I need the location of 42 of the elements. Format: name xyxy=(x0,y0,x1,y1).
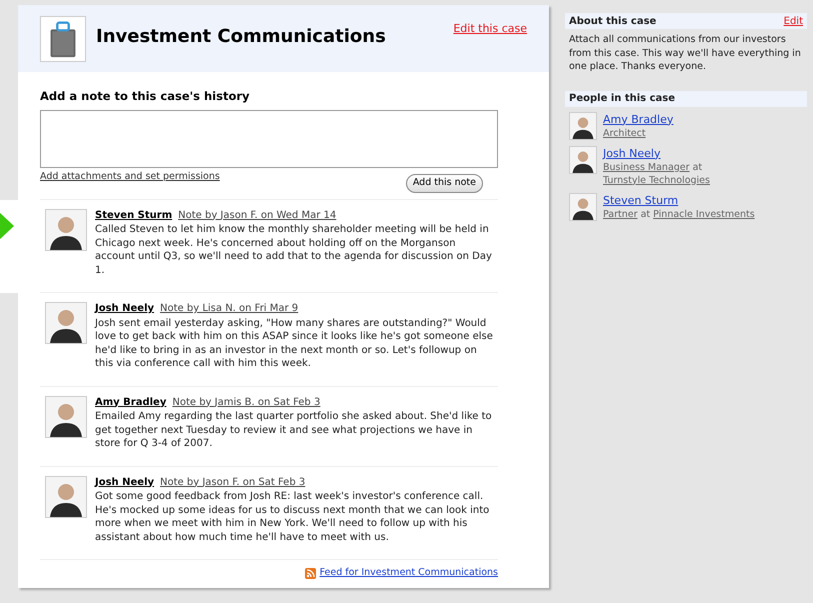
avatar xyxy=(569,146,597,174)
note-text: Josh sent email yesterday asking, "How many shares are outstanding?" Would love to get back with him on this ASAP since it looks like he's got someone else he'd like to bring in as an investor in the next month or so. Let's followup on this via conference call with him this week. xyxy=(95,316,494,370)
note-meta-link[interactable]: Note by Jason F. on Sat Feb 3 xyxy=(160,476,306,489)
note-meta-link[interactable]: Note by Lisa N. on Fri Mar 9 xyxy=(160,302,298,316)
person-link[interactable]: Steven Sturm xyxy=(603,192,755,208)
person-link[interactable]: Josh Neely xyxy=(603,146,803,160)
role-link[interactable]: Architect xyxy=(603,128,646,138)
role-link[interactable]: Partner xyxy=(603,208,638,220)
add-note-button[interactable]: Add this note xyxy=(406,174,483,192)
case-title: Investment Communications xyxy=(96,28,386,46)
person-link[interactable]: Josh Neely xyxy=(95,476,154,489)
rss-icon xyxy=(304,568,316,579)
avatar xyxy=(45,396,87,438)
note-input-field[interactable] xyxy=(40,110,498,168)
note-form-heading: Add a note to this case's history xyxy=(40,88,251,105)
person-link[interactable]: Amy Bradley xyxy=(95,396,166,409)
person-link[interactable]: Steven Sturm xyxy=(95,208,172,222)
note-text: Got some good feedback from Josh RE: last week's investor's conference call. He's mocked up some ideas for us to discuss next month that we can look into more when we meet with him in New York. We'll need to follow up with his assistant about how much time he'll have to meet with us. xyxy=(95,490,490,544)
role-link[interactable]: Business Manager xyxy=(603,162,690,172)
avatar xyxy=(45,302,87,344)
edit-case-link[interactable]: Edit this case xyxy=(453,21,527,38)
company-link[interactable]: Turnstyle Technologies xyxy=(603,174,710,186)
edit-link[interactable]: Edit xyxy=(784,14,803,28)
note-meta-link[interactable]: Note by Jason F. on Wed Mar 14 xyxy=(178,208,336,222)
about-heading: About this case xyxy=(569,14,656,28)
about-text: Attach all communications from our investors from this case. This way we'll have everything in one place. Thanks everyone. xyxy=(568,33,802,74)
attachments-link[interactable]: Add attachments and set permissions xyxy=(40,170,220,184)
joiner-text: at xyxy=(640,208,652,220)
note-text: Emailed Amy regarding the last quarter portfolio she asked about. She'd like to get together next Tuesday to review it and see what projections we have in store for Q 3-4 of 2007. xyxy=(95,410,493,450)
note-meta-link[interactable]: Note by Jamis B. on Sat Feb 3 xyxy=(172,396,320,409)
avatar xyxy=(569,112,597,140)
people-heading: People in this case xyxy=(569,92,676,106)
feed-link[interactable]: Feed for Investment Communications xyxy=(320,566,498,580)
company-link[interactable]: Pinnacle Investments xyxy=(653,208,755,220)
joiner-text: at xyxy=(692,162,702,172)
avatar xyxy=(45,476,87,518)
avatar xyxy=(569,192,597,220)
person-link[interactable]: Amy Bradley xyxy=(603,112,674,126)
note-text: Called Steven to let him know the monthly shareholder meeting will be held in Chicago next week. He's concerned about holding off on the Morganson account until Q3, so we'll need to add that to the agenda for discussion on Day 1. xyxy=(95,223,493,277)
person-link[interactable]: Josh Neely xyxy=(95,302,154,316)
avatar xyxy=(45,208,87,250)
briefcase-icon xyxy=(40,16,86,62)
